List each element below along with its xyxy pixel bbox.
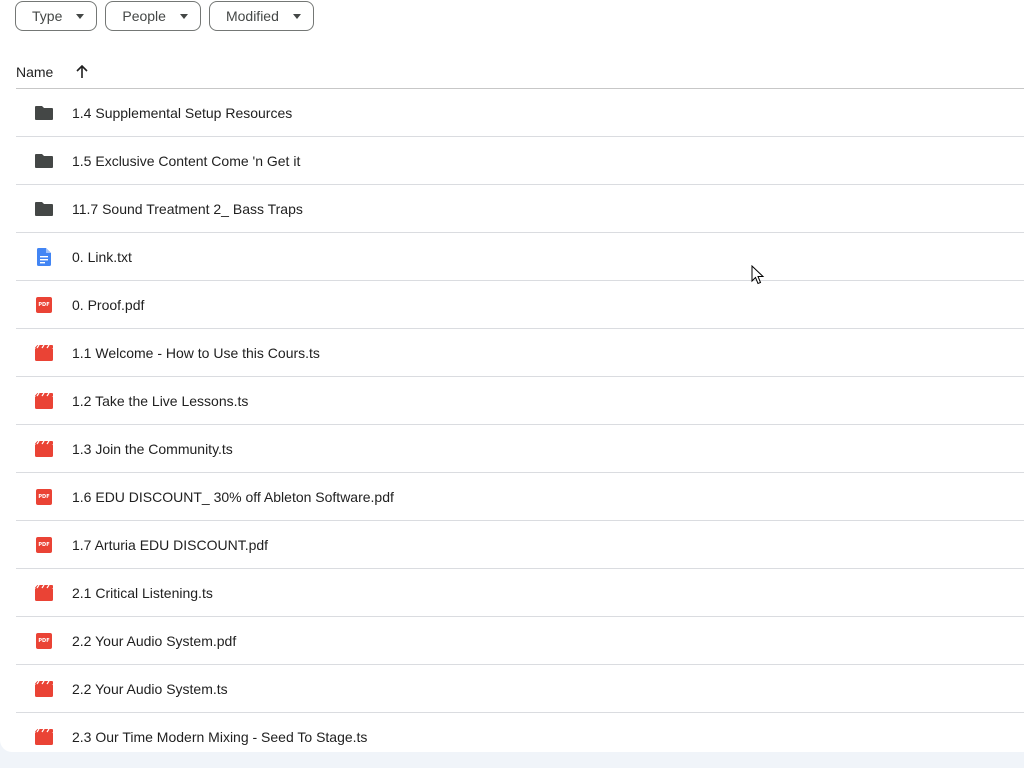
pdf-icon: PDF bbox=[32, 293, 56, 317]
video-file-icon bbox=[32, 581, 56, 605]
chevron-down-icon bbox=[179, 13, 188, 19]
file-name: 2.1 Critical Listening.ts bbox=[72, 584, 213, 601]
file-name: 2.2 Your Audio System.pdf bbox=[72, 632, 237, 649]
pdf-badge: PDF bbox=[36, 488, 52, 505]
file-row[interactable]: PDF 1.6 EDU DISCOUNT_ 30% off Ableton Sof… bbox=[16, 473, 1024, 521]
file-name: 0. Proof.pdf bbox=[72, 296, 145, 313]
sort-toggle[interactable] bbox=[75, 65, 89, 79]
file-name: 1.2 Take the Live Lessons.ts bbox=[72, 392, 249, 409]
file-name: 11.7 Sound Treatment 2_ Bass Traps bbox=[72, 200, 303, 217]
file-row[interactable]: 2.2 Your Audio System.ts bbox=[16, 665, 1024, 713]
pdf-icon: PDF bbox=[32, 485, 56, 509]
pdf-icon: PDF bbox=[32, 629, 56, 653]
file-row[interactable]: 1.3 Join the Community.ts bbox=[16, 425, 1024, 473]
file-row[interactable]: 0. Link.txt bbox=[16, 233, 1024, 281]
file-row[interactable]: 2.3 Our Time Modern Mixing - Seed To Sta… bbox=[16, 713, 1024, 752]
people-filter-label: People bbox=[122, 8, 166, 24]
video-file-icon bbox=[32, 677, 56, 701]
file-row[interactable]: 1.5 Exclusive Content Come 'n Get it bbox=[16, 137, 1024, 185]
file-row[interactable]: 1.4 Supplemental Setup Resources bbox=[16, 89, 1024, 137]
file-row[interactable]: PDF 0. Proof.pdf bbox=[16, 281, 1024, 329]
video-file-icon bbox=[32, 341, 56, 365]
pdf-badge: PDF bbox=[36, 632, 52, 649]
video-file-icon bbox=[32, 389, 56, 413]
file-list-panel: Type People Modified Name 1.4 Supplement… bbox=[0, 0, 1024, 752]
folder-icon bbox=[32, 101, 56, 125]
file-row[interactable]: 11.7 Sound Treatment 2_ Bass Traps bbox=[16, 185, 1024, 233]
arrow-up-icon bbox=[76, 65, 88, 78]
filter-bar: Type People Modified bbox=[15, 1, 314, 31]
file-name: 2.3 Our Time Modern Mixing - Seed To Sta… bbox=[72, 728, 368, 745]
name-column-header[interactable]: Name bbox=[16, 64, 53, 80]
file-name: 0. Link.txt bbox=[72, 248, 132, 265]
type-filter-label: Type bbox=[32, 8, 63, 24]
file-row[interactable]: 2.1 Critical Listening.ts bbox=[16, 569, 1024, 617]
file-list: 1.4 Supplemental Setup Resources 1.5 Excl… bbox=[16, 89, 1024, 752]
folder-icon bbox=[32, 197, 56, 221]
text-document-icon bbox=[32, 245, 56, 269]
pdf-badge: PDF bbox=[36, 296, 52, 313]
file-name: 2.2 Your Audio System.ts bbox=[72, 680, 228, 697]
chevron-down-icon bbox=[292, 13, 301, 19]
file-row[interactable]: PDF 1.7 Arturia EDU DISCOUNT.pdf bbox=[16, 521, 1024, 569]
file-name: 1.5 Exclusive Content Come 'n Get it bbox=[72, 152, 301, 169]
file-name: 1.7 Arturia EDU DISCOUNT.pdf bbox=[72, 536, 269, 553]
mouse-pointer-icon bbox=[751, 265, 765, 285]
list-header: Name bbox=[16, 56, 1024, 89]
chevron-down-icon bbox=[76, 13, 85, 19]
file-name: 1.3 Join the Community.ts bbox=[72, 440, 233, 457]
modified-filter-chip[interactable]: Modified bbox=[208, 1, 314, 31]
people-filter-chip[interactable]: People bbox=[105, 1, 201, 31]
pdf-icon: PDF bbox=[32, 533, 56, 557]
pdf-badge: PDF bbox=[36, 536, 52, 553]
type-filter-chip[interactable]: Type bbox=[15, 1, 98, 31]
file-row[interactable]: 1.2 Take the Live Lessons.ts bbox=[16, 377, 1024, 425]
file-row[interactable]: PDF 2.2 Your Audio System.pdf bbox=[16, 617, 1024, 665]
file-name: 1.4 Supplemental Setup Resources bbox=[72, 104, 293, 121]
folder-icon bbox=[32, 149, 56, 173]
file-name: 1.1 Welcome - How to Use this Cours.ts bbox=[72, 344, 320, 361]
file-name: 1.6 EDU DISCOUNT_ 30% off Ableton Softwa… bbox=[72, 488, 394, 505]
video-file-icon bbox=[32, 725, 56, 749]
file-row[interactable]: 1.1 Welcome - How to Use this Cours.ts bbox=[16, 329, 1024, 377]
video-file-icon bbox=[32, 437, 56, 461]
modified-filter-label: Modified bbox=[225, 8, 279, 24]
